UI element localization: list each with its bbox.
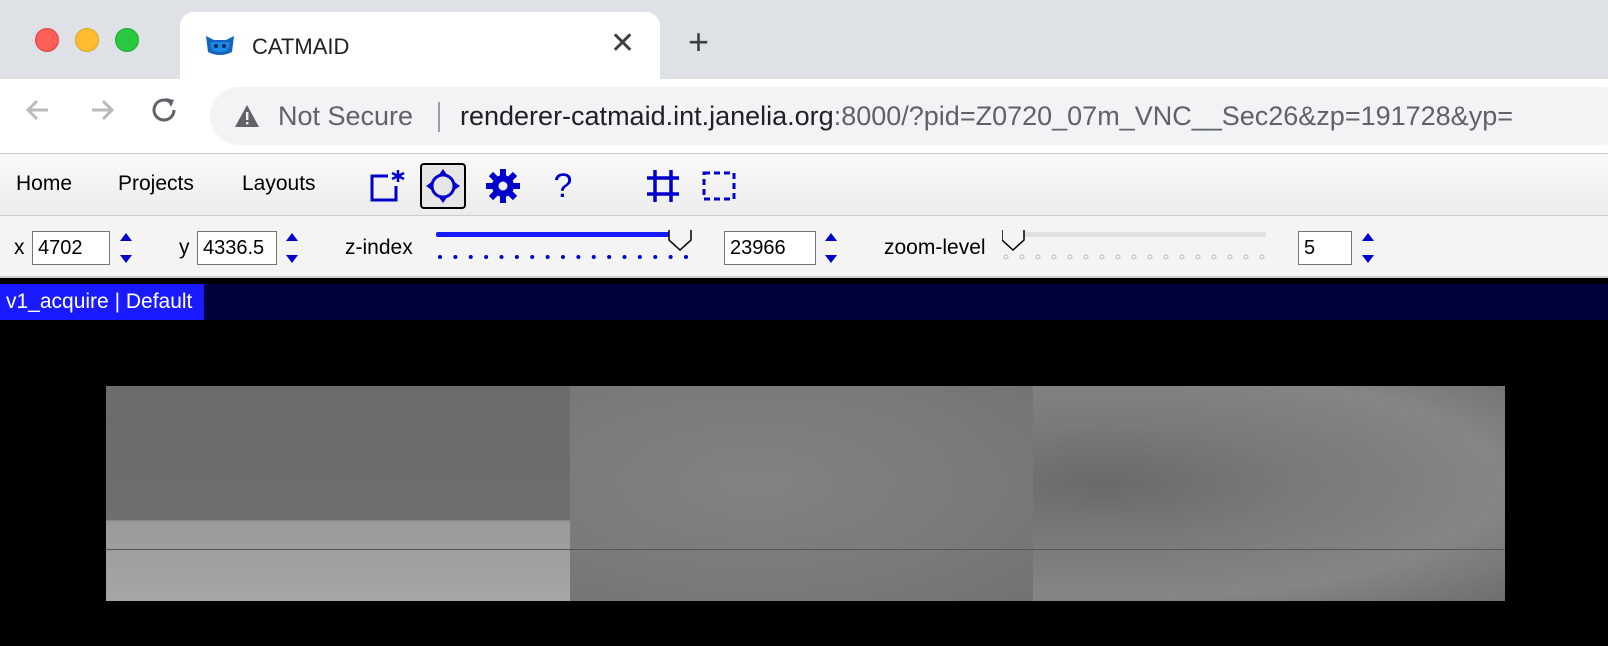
forward-arrow-icon[interactable] [86,94,118,135]
slider-tick [1051,254,1057,260]
settings-icon[interactable] [480,163,526,209]
image-tile [1033,386,1505,601]
slider-tick [1179,254,1185,260]
y-spinner-icon[interactable] [284,230,300,266]
browser-toolbar: Not Secure renderer-catmaid.int.janelia.… [0,79,1608,153]
menu-layouts[interactable]: Layouts [242,172,316,196]
zoom-level-input[interactable] [1298,231,1352,265]
omnibox-divider [438,102,440,132]
slider-tick [438,255,442,259]
slider-tick [1163,254,1169,260]
slider-tick [622,255,627,259]
maximize-window-button[interactable] [115,28,139,52]
slider-tick [1227,254,1233,260]
y-coordinate-input[interactable] [197,231,277,265]
url-host: renderer-catmaid.int.janelia.org [460,101,834,131]
slider-tick [468,255,473,259]
zoom-level-slider[interactable] [1002,230,1272,270]
slider-tick [576,255,581,259]
slider-tick [1067,254,1073,260]
image-tile [570,386,1033,601]
browser-tab[interactable]: CATMAID ✕ [180,12,660,79]
warning-icon [235,105,259,127]
menu-home[interactable]: Home [16,172,72,196]
slider-tick [1195,254,1201,260]
navigate-icon[interactable] [420,163,466,209]
slider-tick [514,255,519,259]
slider-tick [545,255,550,259]
stack-viewer-title[interactable]: v1_acquire | Default [0,284,205,320]
zoom-level-spinner-icon[interactable] [1360,230,1376,266]
y-label: y [179,236,190,259]
slider-tick [1003,254,1009,260]
slider-tick [607,255,612,259]
slider-tick [1099,254,1105,260]
address-bar[interactable]: Not Secure renderer-catmaid.int.janelia.… [210,87,1608,145]
catmaid-favicon-icon [206,36,234,55]
slider-tick [1147,254,1153,260]
navigation-controls: x y z-index zoom-level [0,216,1608,278]
slider-tick [684,255,688,259]
security-label[interactable]: Not Secure [278,101,413,132]
tab-title: CATMAID [252,34,350,59]
close-window-button[interactable] [35,28,59,52]
crop-icon[interactable] [640,163,686,209]
x-label: x [14,236,25,259]
roi-select-icon[interactable] [696,163,742,209]
slider-tick [1259,254,1265,260]
slider-tick [1131,254,1137,260]
minimize-window-button[interactable] [75,28,99,52]
z-index-label: z-index [345,236,413,259]
slider-tick [591,255,596,259]
slider-tick [668,255,673,259]
slider-tick [484,255,489,259]
url-path: :8000/?pid=Z0720_07m_VNC__Sec26&zp=19172… [833,101,1513,131]
slider-tick [1211,254,1217,260]
browser-tab-strip: CATMAID ✕ + [0,0,1608,79]
slider-tick [530,255,535,259]
back-arrow-icon[interactable] [22,94,54,135]
help-symbol: ? [553,166,573,205]
x-coordinate-input[interactable] [32,231,110,265]
slider-tick [1083,254,1089,260]
z-index-input[interactable] [724,231,816,265]
slider-tick [1243,254,1249,260]
slider-tick [1019,254,1025,260]
reload-icon[interactable] [148,94,180,135]
close-tab-icon[interactable]: ✕ [610,28,635,60]
x-spinner-icon[interactable] [118,230,134,266]
slider-tick [1035,254,1041,260]
new-tab-button[interactable]: + [688,24,709,60]
slider-tick [1115,254,1121,260]
z-index-slider[interactable] [436,230,696,270]
slider-tick [453,255,458,259]
stack-viewer-canvas[interactable] [0,320,1608,646]
help-icon[interactable]: ? [540,163,586,209]
z-index-spinner-icon[interactable] [823,230,839,266]
url-text[interactable]: renderer-catmaid.int.janelia.org:8000/?p… [460,101,1513,132]
slider-tick [499,255,504,259]
slider-tick [653,255,658,259]
tile-seam-line [106,549,1505,550]
slider-tick [637,255,642,259]
catmaid-menubar: Home Projects Layouts ? [0,153,1608,216]
image-tile [106,386,570,601]
zoom-level-label: zoom-level [884,236,986,259]
new-window-icon[interactable] [364,163,410,209]
menu-projects[interactable]: Projects [118,172,194,196]
slider-tick [561,255,565,259]
stack-viewer-titlebar: v1_acquire | Default [0,284,1608,320]
